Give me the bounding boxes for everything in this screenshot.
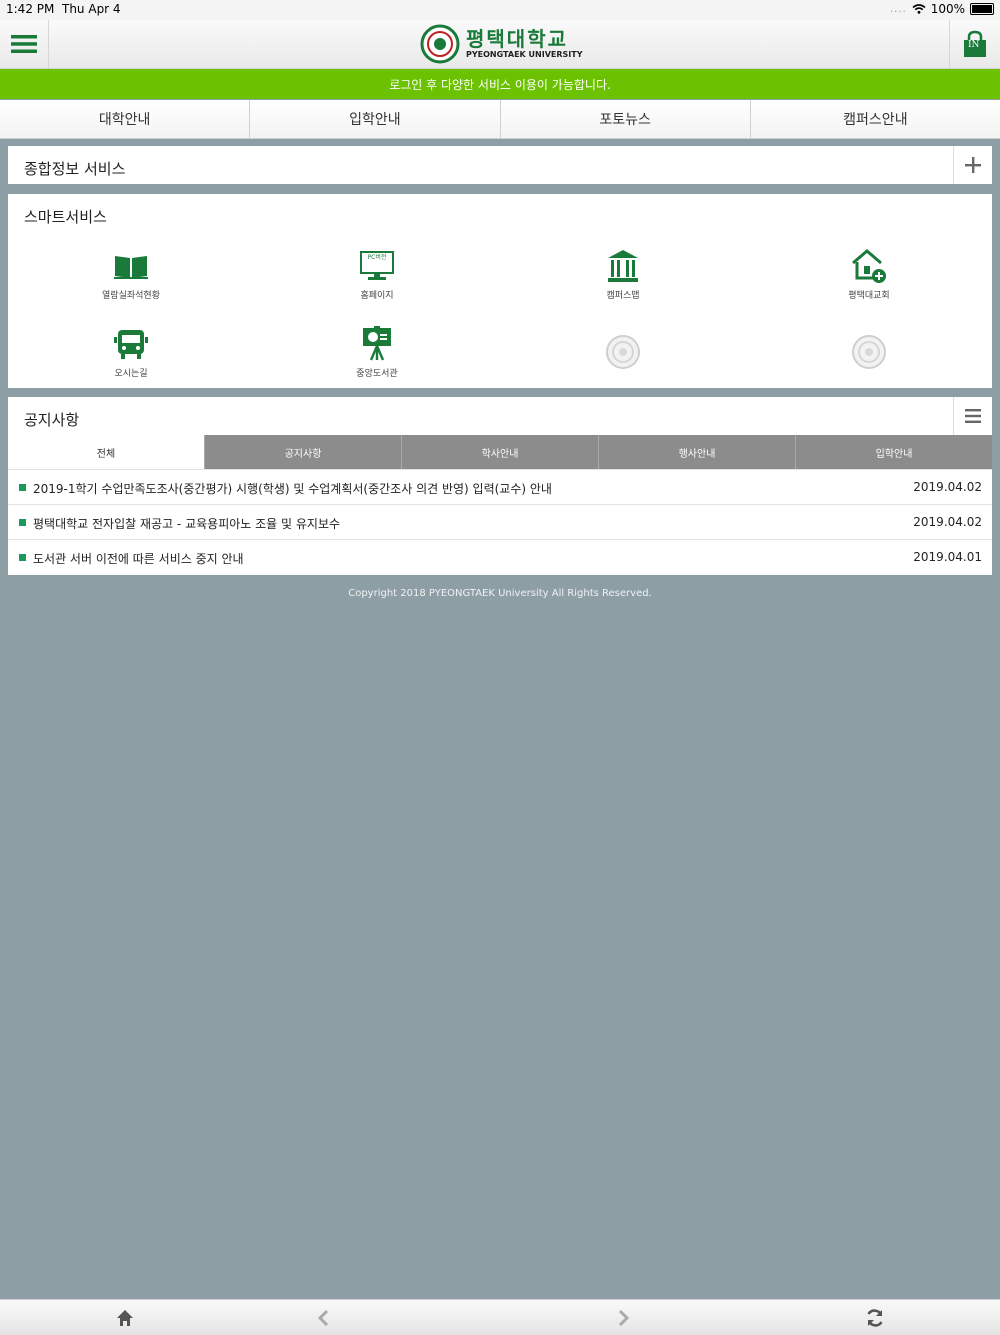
smart-item-label: 열람실좌석현황 [102,291,160,301]
nav-tab-admissions[interactable]: 입학안내 [250,100,501,138]
plus-icon [965,157,981,173]
notice-list: 2019-1학기 수업만족도조사(중간평가) 시행(학생) 및 수업계획서(중간… [8,469,992,574]
status-bar: 1:42 PM Thu Apr 4 .... 100% [0,0,1000,20]
smart-item-directions[interactable]: 오시는길 [51,324,211,384]
smart-item-label: 오시는길 [114,369,148,379]
notice-item[interactable]: 도서관 서버 이전에 따른 서비스 중지 안내 2019.04.01 [8,539,992,574]
notice-list-button[interactable] [953,397,992,435]
notice-date: 2019.04.01 [913,550,982,564]
notice-tab-admissions[interactable]: 입학안내 [795,435,992,469]
notice-item[interactable]: 평택대학교 전자입찰 재공고 - 교육용피아노 조율 및 유지보수 2019.0… [8,504,992,539]
university-logo[interactable]: 평택대학교 PYEONGTAEK UNIVERSITY [420,24,583,64]
menu-button[interactable] [0,20,49,68]
expand-button[interactable] [953,146,992,184]
smart-item-label: 홈페이지 [360,291,394,301]
smart-item-placeholder [789,332,949,392]
app-header: 평택대학교 PYEONGTAEK UNIVERSITY IN [0,20,1000,69]
notice-item[interactable]: 2019-1학기 수업만족도조사(중간평가) 시행(학생) 및 수업계획서(중간… [8,469,992,504]
nav-tab-campus-info[interactable]: 캠퍼스안내 [750,100,1000,138]
forward-icon [618,1309,630,1327]
battery-percent: 100% [930,2,965,16]
notice-panel: 공지사항 전체 공지사항 학사안내 행사안내 입학안내 2019-1학기 수업만… [8,397,992,575]
smart-item-reading-room[interactable]: 열람실좌석현황 [51,246,211,306]
notice-tab-all[interactable]: 전체 [8,435,204,469]
status-date: Thu Apr 4 [62,2,121,16]
logo-english: PYEONGTAEK UNIVERSITY [466,50,583,59]
home-icon [117,1310,133,1326]
nav-tab-university-info[interactable]: 대학안내 [0,100,251,138]
signal-icon: .... [889,3,907,15]
main-nav: 대학안내 입학안내 포토뉴스 캠퍼스안내 [0,100,1000,139]
building-icon [608,250,638,282]
banner-text: 로그인 후 다양한 서비스 이용이 가능합니다. [389,77,611,92]
university-seal-icon [420,24,460,64]
smart-item-label: 중앙도서관 [356,369,398,379]
smart-service-panel: 스마트서비스 열람실좌석현황 PC버전 홈페이지 캠퍼스맵 평택대교회 오시는길… [8,194,992,388]
battery-icon [970,3,994,15]
panel-title: 공지사항 [24,411,80,429]
notice-tabs: 전체 공지사항 학사안내 행사안내 입학안내 [8,435,992,469]
login-label: IN [968,40,980,50]
presentation-icon [363,326,391,361]
bottom-toolbar [0,1299,1000,1335]
smart-item-central-library[interactable]: 중앙도서관 [297,324,457,384]
refresh-button[interactable] [863,1306,887,1330]
status-time: 1:42 PM [6,2,55,16]
smart-item-label: 캠퍼스맵 [606,291,640,301]
smart-item-placeholder [543,332,703,392]
pc-version-text: PC버전 [367,254,387,261]
notice-tab-notices[interactable]: 공지사항 [204,435,401,469]
back-button[interactable] [311,1306,335,1330]
smart-item-homepage[interactable]: PC버전 홈페이지 [297,246,457,306]
hamburger-icon [11,35,37,53]
bullet-icon [19,554,26,561]
login-notice-banner: 로그인 후 다양한 서비스 이용이 가능합니다. [0,69,1000,99]
smart-item-campus-map[interactable]: 캠퍼스맵 [543,246,703,306]
notice-title: 평택대학교 전자입찰 재공고 - 교육용피아노 조율 및 유지보수 [33,517,341,531]
wifi-icon [912,4,926,14]
login-button[interactable]: IN [949,20,1000,68]
smart-item-label: 평택대교회 [848,291,890,301]
notice-title: 도서관 서버 이전에 따른 서비스 중지 안내 [33,552,244,566]
panel-title: 스마트서비스 [24,208,107,226]
home-button[interactable] [113,1306,137,1330]
notice-tab-academic[interactable]: 학사안내 [401,435,598,469]
smart-item-church[interactable]: 평택대교회 [789,246,949,306]
book-icon [114,256,148,279]
university-seal-icon [606,335,640,369]
bullet-icon [19,519,26,526]
info-service-panel[interactable]: 종합정보 서비스 [8,146,992,184]
panel-title: 종합정보 서비스 [24,160,126,178]
notice-date: 2019.04.02 [913,480,982,494]
bus-icon [114,330,148,359]
church-icon [852,249,886,283]
notice-date: 2019.04.02 [913,515,982,529]
back-icon [317,1309,329,1327]
bullet-icon [19,484,26,491]
notice-tab-events[interactable]: 행사안내 [598,435,795,469]
refresh-icon [867,1309,883,1327]
list-icon [965,409,981,423]
notice-title: 2019-1학기 수업만족도조사(중간평가) 시행(학생) 및 수업계획서(중간… [33,482,552,496]
forward-button[interactable] [612,1306,636,1330]
logo-korean: 평택대학교 [466,27,568,51]
university-seal-icon [852,335,886,369]
nav-tab-photo-news[interactable]: 포토뉴스 [500,100,751,138]
copyright-text: Copyright 2018 PYEONGTAEK University All… [348,588,652,599]
